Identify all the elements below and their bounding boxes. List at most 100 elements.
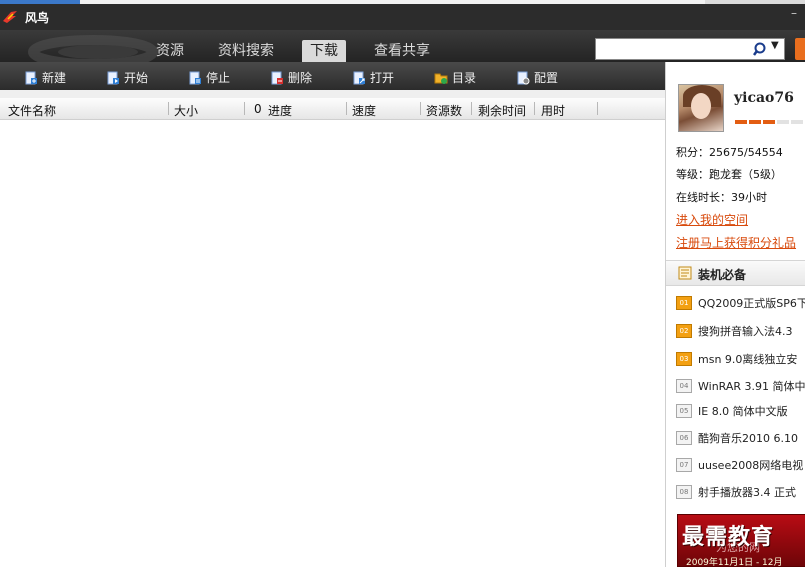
- delete-label: 删除: [288, 71, 313, 85]
- list-item[interactable]: 05 IE 8.0 简体中文版: [676, 403, 805, 419]
- search-icon[interactable]: [753, 41, 769, 57]
- new-label: 新建: [42, 71, 67, 85]
- username: yicao76: [734, 90, 794, 106]
- tab-download[interactable]: 下载: [302, 40, 346, 62]
- banner-headline: 最需教育: [682, 524, 775, 550]
- list-item[interactable]: 02 搜狗拼音输入法4.3: [676, 323, 805, 339]
- toolbar-gap: [0, 90, 665, 98]
- list-item-label: 射手播放器3.4 正式: [698, 486, 796, 499]
- column-separator[interactable]: [597, 102, 598, 115]
- column-remaining[interactable]: 剩余时间: [478, 102, 526, 119]
- list-item-label: uusee2008网络电视: [698, 459, 804, 472]
- open-label: 打开: [370, 71, 395, 85]
- level-segment: [777, 120, 789, 124]
- level-segment: [791, 120, 803, 124]
- folder-label: 目录: [452, 71, 477, 85]
- rank-badge: 08: [676, 485, 692, 499]
- column-separator[interactable]: [534, 102, 535, 115]
- column-elapsed[interactable]: 用时: [541, 102, 565, 119]
- new-icon: [25, 71, 37, 84]
- user-panel: yicao76 积分：25675/54554 等级：跑龙套（5级） 在线时长：3…: [665, 62, 805, 567]
- open-icon: [353, 71, 365, 84]
- list-item-label: msn 9.0离线独立安: [698, 353, 798, 366]
- list-item-label: QQ2009正式版SP6下: [698, 297, 805, 310]
- list-item-label: IE 8.0 简体中文版: [698, 405, 788, 418]
- table-header: 文件名称 大小 0 进度 速度 资源数 剩余时间 用时: [0, 98, 665, 120]
- rank-badge: 02: [676, 324, 692, 338]
- column-progress-glyph: 0: [254, 102, 262, 116]
- tab-search[interactable]: 资料搜索: [218, 42, 274, 62]
- column-speed[interactable]: 速度: [352, 102, 376, 119]
- settings-button[interactable]: 配置: [516, 69, 558, 86]
- space-link[interactable]: 进入我的空间: [676, 211, 748, 228]
- column-sources[interactable]: 资源数: [426, 102, 462, 119]
- settings-label: 配置: [534, 71, 559, 85]
- avatar[interactable]: [678, 84, 724, 132]
- search-input[interactable]: [596, 39, 746, 59]
- list-item[interactable]: 04 WinRAR 3.91 简体中: [676, 378, 805, 394]
- brand-swoosh-icon: [28, 35, 158, 62]
- minimize-button[interactable]: –: [791, 6, 803, 20]
- rank-badge: 07: [676, 458, 692, 472]
- start-label: 开始: [124, 71, 149, 85]
- start-button[interactable]: 开始: [106, 69, 148, 86]
- settings-icon: [517, 71, 530, 84]
- app-logo-icon: [3, 11, 17, 23]
- toolbar: 新建 开始 停止 删除 打开 目录 配置: [0, 62, 665, 90]
- download-list[interactable]: [0, 121, 665, 567]
- orange-action-button[interactable]: [795, 38, 805, 60]
- delete-icon: [271, 71, 283, 84]
- essentials-header: 装机必备: [666, 260, 805, 286]
- folder-icon: [434, 73, 448, 84]
- stop-label: 停止: [206, 71, 231, 85]
- folder-button[interactable]: 目录: [434, 69, 476, 86]
- essentials-title: 装机必备: [698, 268, 747, 282]
- column-separator[interactable]: [471, 102, 472, 115]
- list-item-label: 搜狗拼音输入法4.3: [698, 325, 793, 338]
- tab-resources[interactable]: 资源: [156, 42, 184, 62]
- rank-badge: 06: [676, 431, 692, 445]
- tab-shared[interactable]: 查看共享: [374, 42, 430, 62]
- delete-button[interactable]: 删除: [270, 69, 312, 86]
- level-bar: [735, 120, 803, 124]
- list-item-label: WinRAR 3.91 简体中: [698, 380, 805, 393]
- list-item[interactable]: 01 QQ2009正式版SP6下: [676, 295, 805, 311]
- avatar-face: [691, 93, 711, 119]
- rank-badge: 05: [676, 404, 692, 418]
- stop-icon: [189, 71, 201, 84]
- list-item-label: 酷狗音乐2010 6.10: [698, 432, 798, 445]
- ad-banner[interactable]: 为您的网 最需教育 2009年11月1日 - 12月: [677, 514, 805, 567]
- column-separator[interactable]: [420, 102, 421, 115]
- banner-date: 2009年11月1日 - 12月: [686, 558, 783, 567]
- start-icon: [107, 71, 119, 84]
- list-item[interactable]: 03 msn 9.0离线独立安: [676, 351, 805, 367]
- column-separator[interactable]: [346, 102, 347, 115]
- level-segment: [749, 120, 761, 124]
- search-box: ▼: [595, 38, 785, 60]
- column-filename[interactable]: 文件名称: [8, 102, 56, 119]
- new-button[interactable]: 新建: [24, 69, 66, 86]
- points-text: 积分：25675/54554: [676, 146, 783, 159]
- column-separator[interactable]: [244, 102, 245, 115]
- app-title: 风鸟: [25, 11, 50, 25]
- list-item[interactable]: 06 酷狗音乐2010 6.10: [676, 430, 805, 446]
- column-size[interactable]: 大小: [174, 102, 198, 119]
- level-segment: [735, 120, 747, 124]
- list-item[interactable]: 07 uusee2008网络电视: [676, 457, 805, 473]
- stop-button[interactable]: 停止: [188, 69, 230, 86]
- online-time-text: 在线时长：39小时: [676, 191, 767, 204]
- rank-badge: 04: [676, 379, 692, 393]
- rank-badge: 03: [676, 352, 692, 366]
- register-link[interactable]: 注册马上获得积分礼品: [676, 234, 796, 251]
- nav-bar: 资源 资料搜索 下载 查看共享 ▼: [0, 30, 805, 62]
- open-button[interactable]: 打开: [352, 69, 394, 86]
- column-progress[interactable]: 进度: [268, 102, 292, 119]
- rank-badge: 01: [676, 296, 692, 310]
- title-bar: 风鸟 –: [0, 4, 805, 30]
- grade-text: 等级：跑龙套（5级）: [676, 168, 782, 181]
- chevron-down-icon[interactable]: ▼: [771, 40, 779, 51]
- list-icon: [678, 266, 692, 280]
- list-item[interactable]: 08 射手播放器3.4 正式: [676, 484, 805, 500]
- level-segment: [763, 120, 775, 124]
- column-separator[interactable]: [168, 102, 169, 115]
